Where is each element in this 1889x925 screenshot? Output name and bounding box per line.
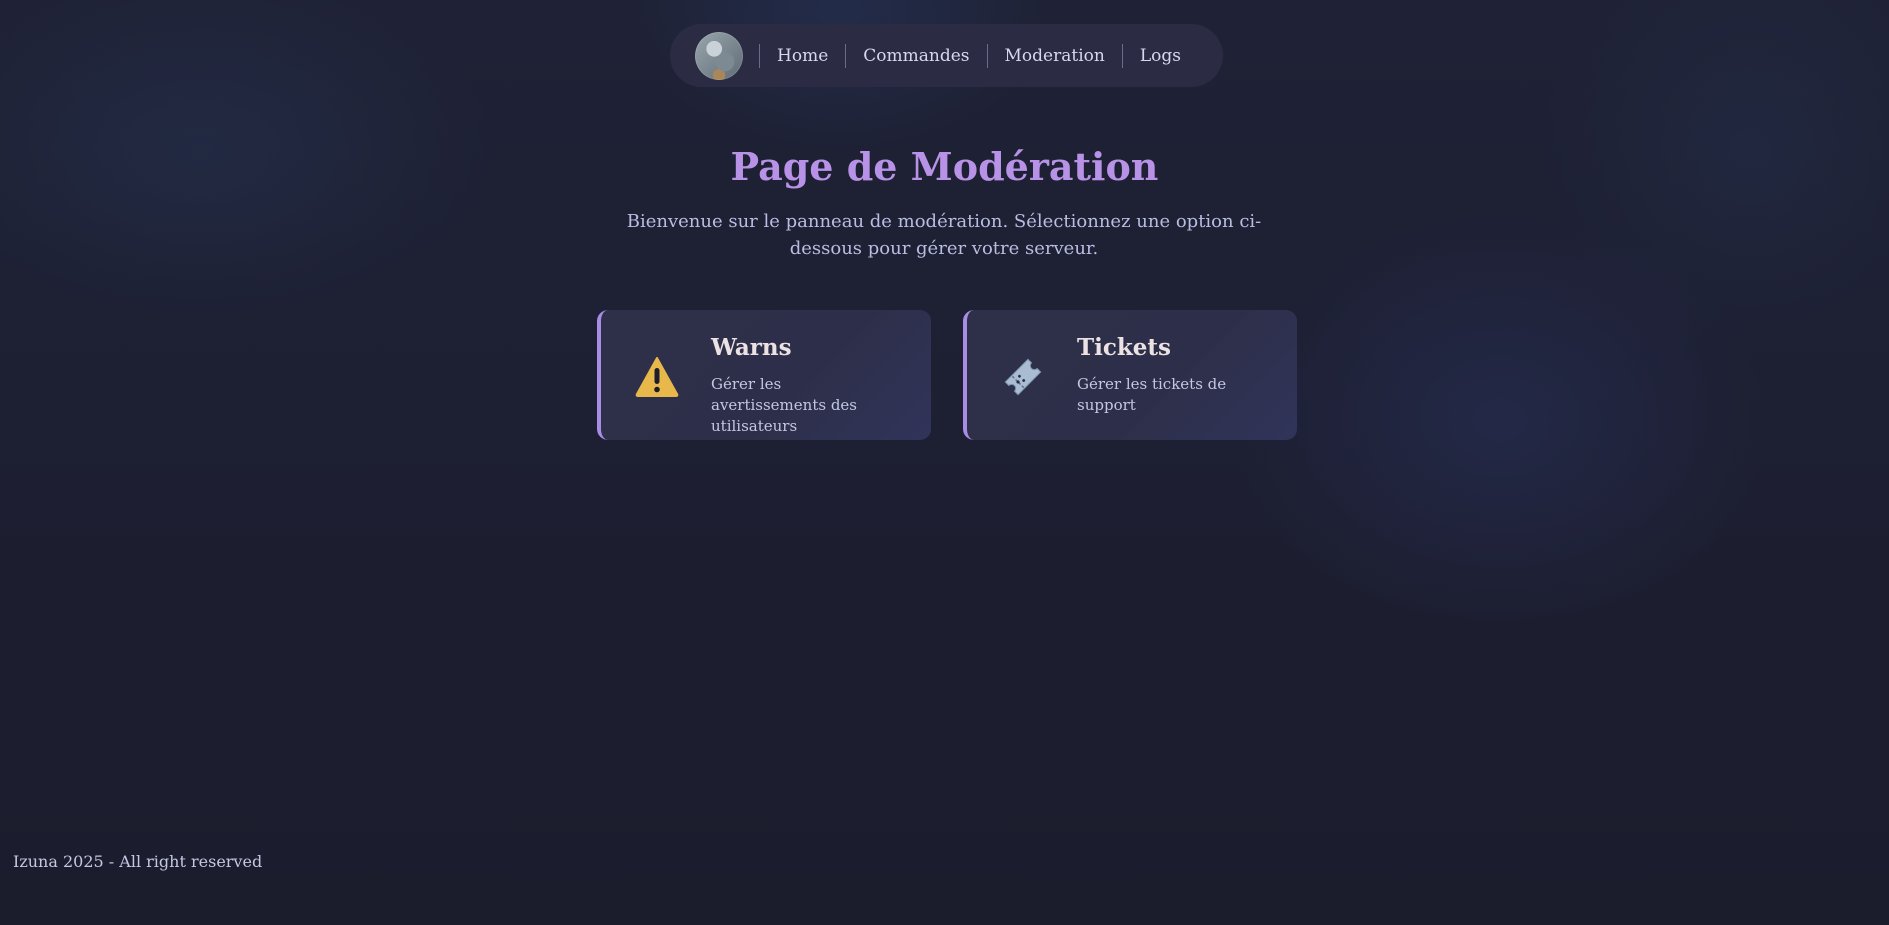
top-nav: Home Commandes Moderation Logs [670, 24, 1223, 87]
tickets-card[interactable]: Tickets Gérer les tickets de support [963, 310, 1297, 440]
card-description: Gérer les tickets de support [1077, 375, 1227, 414]
avatar[interactable] [695, 31, 744, 80]
warning-icon [635, 357, 679, 397]
page-title: Page de Modération [730, 144, 1159, 189]
nav-link-moderation[interactable]: Moderation [988, 46, 1122, 66]
card-description: Gérer les avertissements des utilisateur… [711, 375, 857, 435]
nav-link-commandes[interactable]: Commandes [846, 46, 986, 66]
warns-card[interactable]: Warns Gérer les avertissements des utili… [597, 310, 931, 440]
nav-link-logs[interactable]: Logs [1123, 46, 1198, 66]
ticket-icon [1004, 358, 1042, 396]
card-title: Tickets [1077, 334, 1171, 361]
nav-link-home[interactable]: Home [760, 46, 845, 66]
card-title: Warns [711, 334, 792, 361]
footer-text: Izuna 2025 - All right reserved [13, 852, 263, 871]
page-subtitle: Bienvenue sur le panneau de modération. … [626, 211, 1262, 259]
